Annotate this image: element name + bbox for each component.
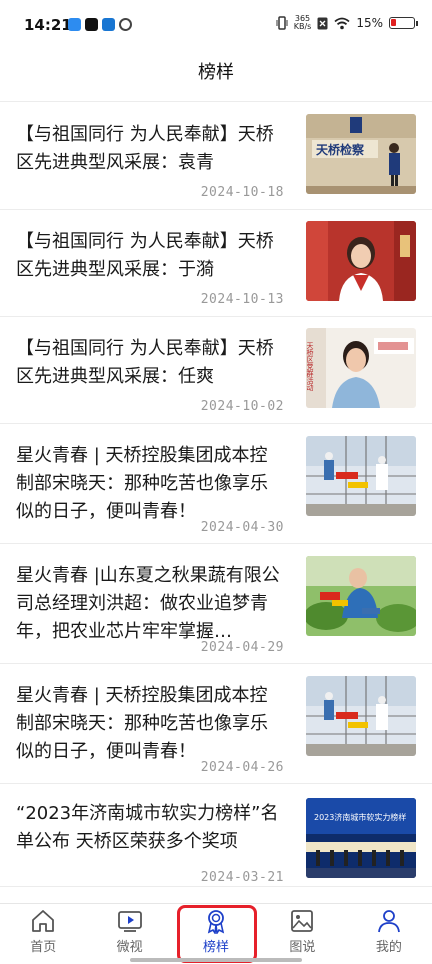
news-item[interactable]: 星火青春 |山东夏之秋果蔬有限公司总经理刘洪超：做农业追梦青年，把农业芯片牢牢掌… bbox=[0, 544, 432, 664]
battery-percent: 15% bbox=[356, 16, 383, 30]
tab-pictures[interactable]: 图说 bbox=[259, 904, 345, 964]
tab-mine[interactable]: 我的 bbox=[346, 904, 432, 964]
news-item[interactable]: 星火青春 | 天桥控股集团成本控制部宋晓天：那种吃苦也像享乐似的日子，便叫青春！… bbox=[0, 664, 432, 784]
thumb-banner-text: 天桥区党群活动 bbox=[306, 342, 314, 392]
thumb-screen-text: 2023济南城市软实力榜样 bbox=[314, 812, 406, 822]
thumbnail-image: 2023济南城市软实力榜样 bbox=[306, 798, 416, 878]
app-notification-icon bbox=[102, 18, 115, 31]
news-item[interactable]: 【与祖国同行 为人民奉献】天桥区先进典型风采展：任爽 2024-10-02 天桥… bbox=[0, 317, 432, 424]
thumbnail-image bbox=[306, 556, 416, 636]
battery-cap bbox=[416, 20, 418, 26]
thumb-sign-text: 天桥检察 bbox=[316, 142, 365, 157]
news-date: 2024-03-21 bbox=[200, 870, 284, 885]
home-indicator[interactable] bbox=[130, 958, 302, 962]
tab-label: 微视 bbox=[116, 940, 143, 955]
status-indicators: 365 KB/s 15% bbox=[276, 15, 418, 31]
thumbnail-image: 天桥检察 bbox=[306, 114, 416, 194]
image-icon bbox=[291, 910, 314, 932]
news-title: 星火青春 |山东夏之秋果蔬有限公司总经理刘洪超：做农业追梦青年，把农业芯片牢牢掌… bbox=[16, 565, 280, 642]
news-item[interactable]: 星火青春 | 天桥控股集团成本控制部宋晓天：那种吃苦也像享乐似的日子，便叫青春！… bbox=[0, 424, 432, 544]
app-notification-icon bbox=[68, 18, 81, 31]
notification-icons bbox=[68, 18, 132, 31]
status-time: 14:21 bbox=[24, 16, 72, 34]
news-item[interactable]: 【与祖国同行 为人民奉献】天桥区先进典型风采展：袁青 2024-10-18 天桥… bbox=[0, 103, 432, 210]
news-thumbnail bbox=[306, 676, 416, 756]
tab-label: 首页 bbox=[30, 940, 57, 955]
thumbnail-image bbox=[306, 221, 416, 301]
page-title: 榜样 bbox=[0, 50, 432, 102]
active-tab-highlight bbox=[177, 905, 257, 963]
wifi-icon bbox=[334, 17, 350, 29]
news-date: 2024-04-30 bbox=[200, 520, 284, 535]
news-title: 星火青春 | 天桥控股集团成本控制部宋晓天：那种吃苦也像享乐似的日子，便叫青春！ bbox=[16, 685, 268, 762]
news-date: 2024-10-02 bbox=[200, 399, 284, 414]
news-item[interactable]: “2023年济南城市软实力榜样”名单公布 天桥区荣获多个奖项 2024-03-2… bbox=[0, 784, 432, 887]
person-icon bbox=[377, 910, 400, 933]
battery-icon bbox=[389, 17, 415, 29]
news-thumbnail: 2023济南城市软实力榜样 bbox=[306, 798, 416, 878]
tab-label: 图说 bbox=[289, 940, 316, 955]
news-date: 2024-04-26 bbox=[200, 760, 284, 775]
news-date: 2024-10-13 bbox=[200, 292, 284, 307]
news-thumbnail: 天桥区党群活动 bbox=[306, 328, 416, 408]
tab-home[interactable]: 首页 bbox=[0, 904, 86, 964]
thumbnail-image: 天桥区党群活动 bbox=[306, 328, 416, 408]
tab-label: 我的 bbox=[375, 940, 402, 955]
news-title: 【与祖国同行 为人民奉献】天桥区先进典型风采展：任爽 bbox=[16, 338, 274, 387]
app-notification-icon bbox=[119, 18, 132, 31]
news-date: 2024-10-18 bbox=[200, 185, 284, 200]
news-title: 【与祖国同行 为人民奉献】天桥区先进典型风采展：于漪 bbox=[16, 231, 274, 280]
news-thumbnail bbox=[306, 436, 416, 516]
news-date: 2024-04-29 bbox=[200, 640, 284, 655]
vibrate-icon bbox=[276, 16, 288, 30]
thumbnail-image bbox=[306, 436, 416, 516]
tiktok-icon bbox=[85, 18, 98, 31]
news-title: 星火青春 | 天桥控股集团成本控制部宋晓天：那种吃苦也像享乐似的日子，便叫青春！ bbox=[16, 445, 268, 522]
news-thumbnail bbox=[306, 556, 416, 636]
tab-video[interactable]: 微视 bbox=[86, 904, 172, 964]
news-thumbnail bbox=[306, 221, 416, 301]
news-list: 【与祖国同行 为人民奉献】天桥区先进典型风采展：袁青 2024-10-18 天桥… bbox=[0, 103, 432, 887]
news-thumbnail: 天桥检察 bbox=[306, 114, 416, 194]
news-item[interactable]: 【与祖国同行 为人民奉献】天桥区先进典型风采展：于漪 2024-10-13 bbox=[0, 210, 432, 317]
news-title: 【与祖国同行 为人民奉献】天桥区先进典型风采展：袁青 bbox=[16, 124, 274, 173]
status-bar: 14:21 365 KB/s 15% bbox=[0, 0, 432, 50]
no-sim-icon bbox=[317, 17, 328, 29]
home-icon bbox=[32, 910, 55, 932]
news-title: “2023年济南城市软实力榜样”名单公布 天桥区荣获多个奖项 bbox=[16, 803, 279, 852]
video-icon bbox=[117, 911, 142, 932]
thumbnail-image bbox=[306, 676, 416, 756]
net-speed: 365 KB/s bbox=[293, 14, 312, 31]
